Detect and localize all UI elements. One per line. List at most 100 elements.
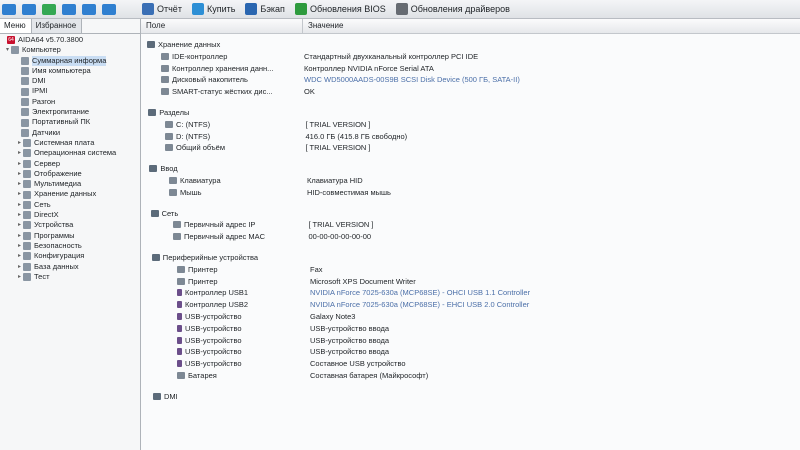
driver-update-button[interactable]: Обновления драйверов (395, 3, 510, 15)
section-header: Периферийные устройства (141, 252, 800, 263)
value-cell[interactable]: NVIDIA nForce 7025-630a (MCP68SE) - OHCI… (310, 288, 530, 297)
expander-icon[interactable]: ▾ (4, 45, 11, 55)
tree-item[interactable]: ▸ Операционная система (0, 148, 140, 158)
value-cell: [ TRIAL VERSION ] (308, 220, 374, 230)
tree-item[interactable]: 64 AIDA64 v5.70.3800 (0, 35, 140, 45)
expander-icon[interactable]: ▸ (16, 179, 23, 189)
detail-row[interactable]: USB-устройство USB-устройство ввода (141, 346, 800, 357)
expander-icon[interactable]: ▸ (16, 251, 23, 261)
expander-icon[interactable]: ▸ (16, 220, 23, 230)
value-cell: USB-устройство ввода (310, 335, 390, 345)
user-icon[interactable] (82, 3, 96, 15)
storage-section-icon (147, 41, 155, 48)
field-cell: Мышь (169, 188, 202, 197)
tree-item[interactable]: ▸ Программы (0, 231, 140, 241)
tree-item[interactable]: ▸ Безопасность (0, 241, 140, 251)
tab-menu[interactable]: Меню (0, 19, 32, 33)
tree-item[interactable]: ▸ Системная плата (0, 138, 140, 148)
detail-row[interactable]: IDE-контроллер Стандартный двухканальный … (141, 51, 800, 62)
detail-row[interactable]: USB-устройство USB-устройство ввода (141, 323, 800, 334)
tree-item-label: База данных (34, 261, 79, 271)
detail-row[interactable]: C: (NTFS) [ TRIAL VERSION ] (141, 119, 800, 130)
refresh-icon[interactable] (62, 3, 76, 15)
detail-row[interactable]: SMART-статус жёстких дис... OK (141, 86, 800, 97)
tree-item[interactable]: ▸ Хранение данных (0, 189, 140, 199)
back-arrow-icon[interactable] (2, 3, 16, 15)
field-label: SMART-статус жёстких дис... (172, 87, 273, 97)
detail-row[interactable]: USB-устройство USB-устройство ввода (141, 335, 800, 346)
tree-item[interactable]: ▸ Сервер (0, 159, 140, 169)
detail-row[interactable]: D: (NTFS) 416.0 ГБ (415.8 ГБ свободно) (141, 131, 800, 142)
expander-icon[interactable]: ▸ (16, 189, 23, 199)
backup-button[interactable]: Бэкап (245, 3, 285, 15)
buy-button[interactable]: Купить (191, 3, 235, 15)
detail-row[interactable]: Контроллер хранения данн... Контроллер NV… (141, 63, 800, 74)
tree-item[interactable]: DMI (0, 76, 140, 86)
tree-item[interactable]: ▾ Компьютер (0, 45, 140, 55)
detail-row[interactable]: Первичный адрес IP [ TRIAL VERSION ] (141, 219, 800, 230)
tree-item[interactable]: IPMI (0, 86, 140, 96)
field-label: USB-устройство (185, 323, 242, 333)
tree-item[interactable]: ▸ База данных (0, 262, 140, 272)
detail-row[interactable]: Клавиатура Клавиатура HID (141, 175, 800, 186)
chart-icon[interactable] (102, 3, 116, 15)
detail-row[interactable]: Дисковый накопитель WDC WD5000AADS-00S9B … (141, 74, 800, 85)
detail-row[interactable]: USB-устройство Составное USB устройство (141, 358, 800, 369)
tree-item[interactable]: Имя компьютера (0, 66, 140, 76)
column-field[interactable]: Поле (141, 19, 303, 33)
tree-item[interactable]: Портативный ПК (0, 117, 140, 127)
details-pane: Поле Значение Хранение данных IDE-контрол… (141, 19, 800, 450)
detail-row[interactable]: Контроллер USB1 NVIDIA nForce 7025-630a (… (141, 287, 800, 298)
field-cell: IDE-контроллер (161, 52, 227, 61)
expander-icon[interactable]: ▸ (16, 262, 23, 272)
bios-update-button[interactable]: Обновления BIOS (294, 3, 386, 15)
tree-item[interactable]: ▸ Сеть (0, 200, 140, 210)
detail-row[interactable]: Принтер Fax (141, 264, 800, 275)
column-header: Поле Значение (141, 19, 800, 34)
expander-icon[interactable]: ▸ (16, 138, 23, 148)
input-section-icon (149, 165, 158, 173)
detail-row[interactable]: Первичный адрес MAC 00-00-00-00-00-00 (141, 231, 800, 242)
detail-row[interactable]: USB-устройство Galaxy Note3 (141, 311, 800, 322)
expander-icon[interactable]: ▸ (16, 231, 23, 241)
tree-item[interactable]: Электропитание (0, 107, 140, 117)
expander-icon[interactable]: ▸ (16, 169, 23, 179)
tree-item[interactable]: ▸ Устройства (0, 220, 140, 230)
tree-item[interactable]: ▸ Отображение (0, 169, 140, 179)
expander-icon[interactable]: ▸ (16, 159, 23, 169)
expander-icon[interactable]: ▸ (16, 272, 23, 282)
value-cell[interactable]: WDC WD5000AADS-00S9B SCSI Disk Device (5… (304, 75, 520, 84)
expander-icon[interactable]: ▸ (16, 200, 23, 210)
report-button[interactable]: Отчёт (142, 3, 182, 15)
value-cell: Составная батарея (Майкрософт) (310, 371, 429, 380)
expander-icon[interactable]: ▸ (16, 210, 23, 220)
tree-item[interactable]: ▸ DirectX (0, 210, 140, 220)
detail-row[interactable]: Принтер Microsoft XPS Document Writer (141, 276, 800, 287)
field-cell: Принтер (177, 265, 218, 274)
expander-icon[interactable]: ▸ (16, 148, 23, 158)
field-label: Первичный адрес MAC (184, 232, 266, 242)
tree-item[interactable]: ▸ Тест (0, 272, 140, 282)
tree-item[interactable]: Датчики (0, 128, 140, 138)
tree-item[interactable]: Разгон (0, 97, 140, 107)
device-icon (177, 324, 182, 332)
field-label: USB-устройство (185, 335, 242, 345)
forward-arrow-icon[interactable] (22, 3, 36, 15)
tree-item-label: Имя компьютера (32, 65, 91, 75)
column-value[interactable]: Значение (303, 19, 343, 33)
tab-favorites[interactable]: Избранное (31, 19, 83, 33)
value-cell[interactable]: NVIDIA nForce 7025-630a (MCP68SE) - EHCI… (310, 300, 529, 309)
value-cell: USB-устройство ввода (310, 347, 390, 357)
detail-row[interactable]: Батарея Составная батарея (Майкрософт) (141, 370, 800, 381)
up-arrow-icon[interactable] (42, 3, 56, 15)
detail-row[interactable]: Мышь HID-совместимая мышь (141, 187, 800, 198)
expander-icon[interactable]: ▸ (16, 241, 23, 251)
tree-item[interactable]: Суммарная информа (0, 55, 140, 66)
tree-item[interactable]: ▸ Конфигурация (0, 251, 140, 261)
value-cell: Galaxy Note3 (310, 312, 356, 321)
tree-item[interactable]: ▸ Мультимедиа (0, 179, 140, 189)
field-label: USB-устройство (185, 359, 242, 369)
detail-row[interactable]: Контроллер USB2 NVIDIA nForce 7025-630a (… (141, 299, 800, 310)
detail-row[interactable]: Общий объём [ TRIAL VERSION ] (141, 142, 800, 153)
dmi-section-icon (153, 392, 161, 400)
